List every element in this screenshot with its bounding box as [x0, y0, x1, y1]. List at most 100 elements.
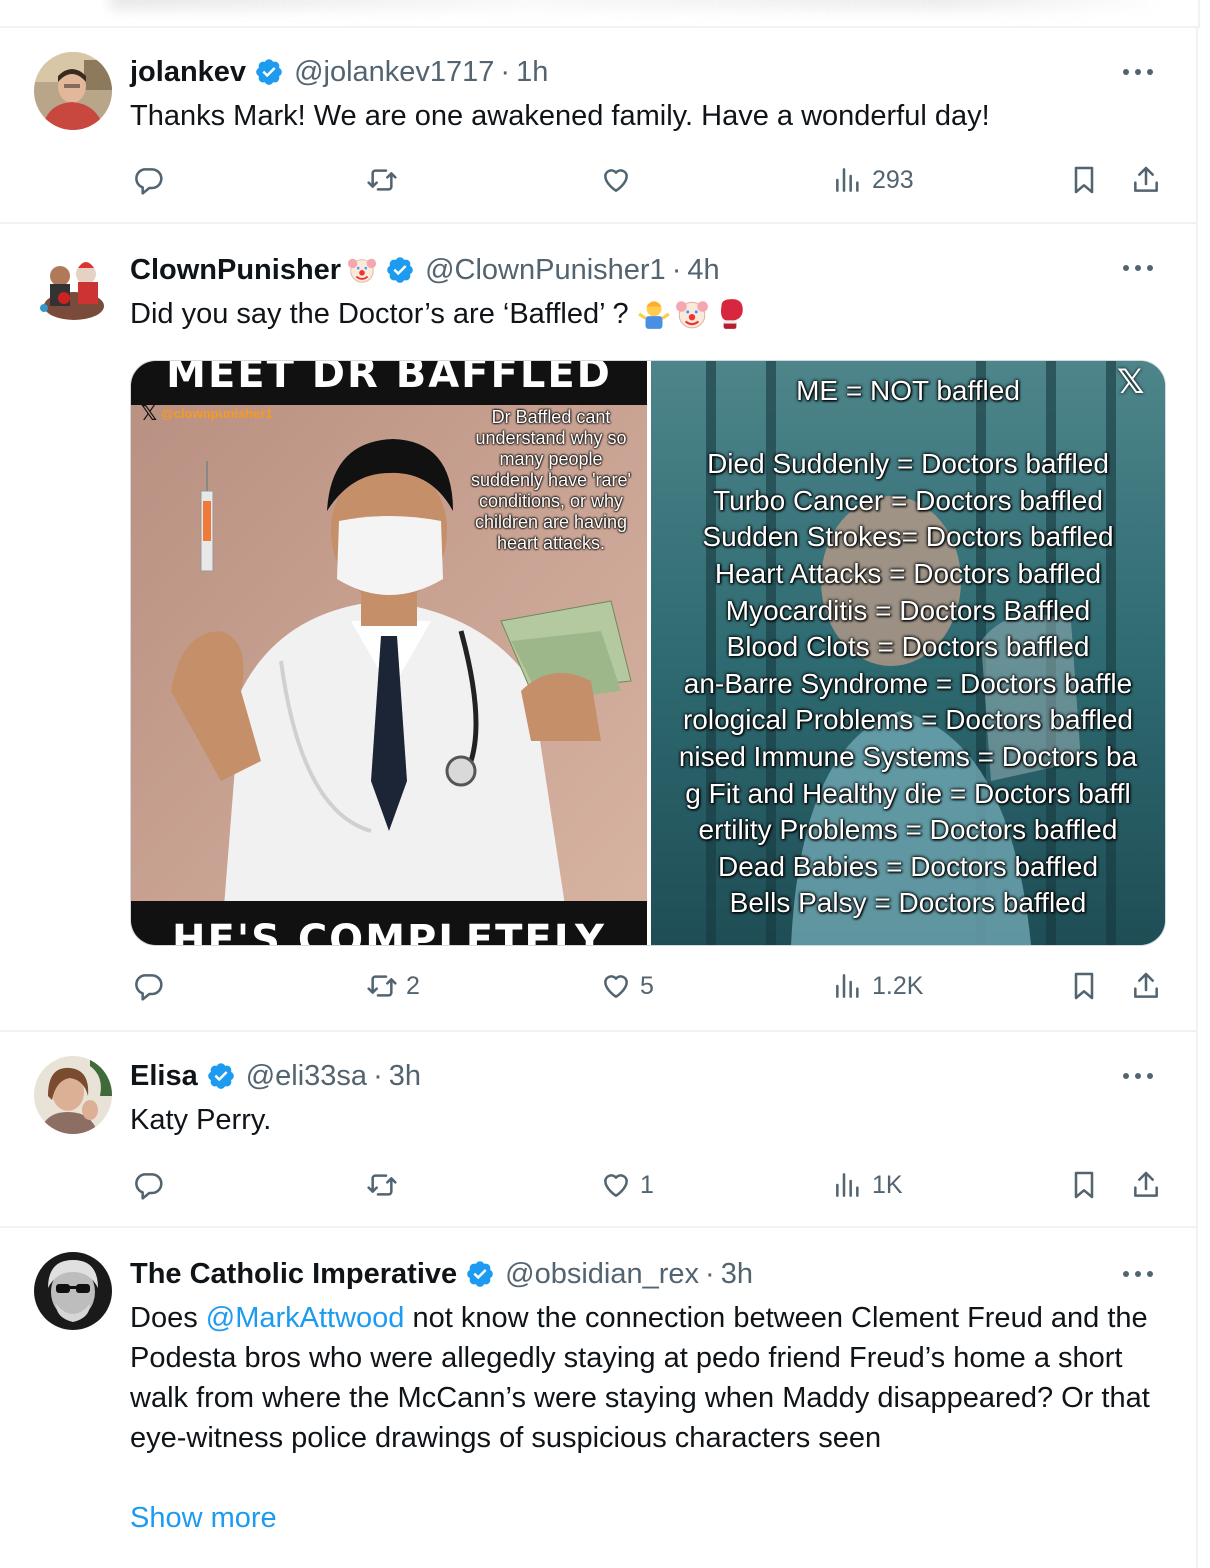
bookmark-icon [1074, 1171, 1094, 1199]
timestamp[interactable]: 4h [687, 250, 719, 290]
watermark: 𝕏 @clownpunisher1 [141, 403, 273, 425]
views-chart-icon [836, 1173, 859, 1197]
meme-caption: Dr Baffled cant understand why so many p… [471, 407, 631, 553]
view-count: 293 [872, 165, 914, 194]
bookmark-button[interactable] [1068, 158, 1100, 202]
user-handle[interactable]: @jolankev1717 [294, 52, 494, 92]
bookmark-button[interactable] [1068, 964, 1100, 1008]
share-button[interactable] [1130, 158, 1162, 202]
list-line [651, 410, 1165, 447]
timestamp[interactable]: 3h [721, 1254, 753, 1294]
separator-dot: · [500, 56, 511, 88]
action-bar: 293 [0, 158, 1196, 202]
display-name[interactable]: ClownPunisher [130, 250, 341, 290]
reply-icon [135, 1173, 163, 1200]
more-options-icon[interactable] [1118, 1259, 1158, 1289]
verified-badge-icon [207, 1063, 234, 1089]
list-line: Bells Palsy = Doctors baffled [729, 887, 1087, 919]
tweet-text-content: Did you say the Doctor’s are ‘Baffled’ ? [130, 298, 629, 330]
user-handle[interactable]: @eli33sa [246, 1056, 367, 1096]
tweet-jolankev[interactable]: jolankev @jolankev1717 · 1h Thanks Mark!… [0, 28, 1198, 224]
tweet-header: The Catholic Imperative @obsidian_rex · … [130, 1254, 753, 1294]
more-options-icon[interactable] [1118, 57, 1158, 87]
share-button[interactable] [1130, 1163, 1162, 1207]
heart-icon [604, 975, 628, 998]
view-count: 1K [872, 1170, 903, 1199]
list-line: ertility Problems = Doctors baffled [698, 814, 1118, 846]
tweet-media[interactable]: MEET DR BAFFLED 𝕏 @clownpunisher1 Dr Baff… [130, 360, 1166, 946]
user-handle[interactable]: @obsidian_rex [505, 1254, 699, 1294]
action-bar: 2 5 1.2K [0, 964, 1196, 1008]
repost-button[interactable] [366, 1163, 406, 1207]
meme-image-dr-baffled[interactable]: MEET DR BAFFLED 𝕏 @clownpunisher1 Dr Baff… [131, 361, 647, 945]
user-handle[interactable]: @ClownPunisher1 [425, 250, 666, 290]
show-more-link[interactable]: Show more [130, 1498, 277, 1538]
list-line: Turbo Cancer = Doctors baffled [713, 484, 1103, 516]
reply-icon [135, 168, 163, 195]
heart-icon [604, 1174, 628, 1197]
tweet-catholic-imperative[interactable]: The Catholic Imperative @obsidian_rex · … [0, 1228, 1198, 1568]
avatar[interactable] [34, 248, 112, 326]
heart-icon [604, 169, 628, 192]
avatar[interactable] [34, 1252, 112, 1330]
bookmark-button[interactable] [1068, 1163, 1100, 1207]
separator-dot: · [373, 1060, 383, 1092]
like-button[interactable] [600, 158, 640, 202]
reply-button[interactable] [132, 964, 172, 1008]
meme-image-doctors-baffled[interactable]: 𝕏 ME = NOT baffled Died Suddenly = Docto… [651, 361, 1165, 945]
verified-badge-icon [467, 1261, 493, 1287]
list-line: nised Immune Systems = Doctors ba [678, 740, 1138, 772]
reply-icon [135, 974, 163, 1001]
avatar[interactable] [34, 52, 112, 130]
bookmark-icon [1074, 166, 1094, 194]
tweet-text: Thanks Mark! We are one awakened family.… [130, 100, 990, 132]
meme-bottom-banner: HE'S COMPLETELY BAFFLED [131, 901, 647, 945]
like-button[interactable]: 5 [600, 964, 654, 1008]
verified-badge-icon [387, 257, 413, 283]
display-name[interactable]: The Catholic Imperative [130, 1254, 457, 1294]
views-button[interactable]: 1K [832, 1163, 903, 1207]
avatar[interactable] [34, 1056, 112, 1134]
share-button[interactable] [1130, 964, 1162, 1008]
more-options-icon[interactable] [1118, 1061, 1158, 1091]
share-icon [1134, 166, 1158, 192]
list-line: Blood Clots = Doctors baffled [726, 631, 1090, 663]
verified-badge-icon [256, 59, 282, 85]
view-count: 1.2K [872, 971, 924, 1000]
timestamp[interactable]: 1h [516, 52, 548, 92]
list-line: Sudden Strokes= Doctors baffled [702, 521, 1114, 553]
reply-button[interactable] [132, 1163, 172, 1207]
mention-link[interactable]: @MarkAttwood [206, 1302, 405, 1334]
repost-button[interactable]: 2 [366, 964, 420, 1008]
repost-icon [367, 975, 397, 997]
man-shrugging-icon [637, 301, 670, 329]
clown-face-icon [675, 301, 708, 329]
meme-top-banner: MEET DR BAFFLED [131, 361, 647, 405]
tweet-clownpunisher[interactable]: ClownPunisher @ClownPunisher1 · 4h Did y… [0, 224, 1198, 1032]
views-chart-icon [836, 168, 859, 192]
share-icon [1134, 972, 1158, 998]
previous-tweet-edge [0, 0, 1200, 28]
action-bar: 1 1K [0, 1163, 1196, 1207]
like-count: 1 [640, 1170, 654, 1199]
display-name[interactable]: jolankev [130, 52, 246, 92]
more-options-icon[interactable] [1118, 253, 1158, 283]
separator-dot: · [705, 1258, 715, 1290]
like-button[interactable]: 1 [600, 1163, 654, 1207]
list-line: g Fit and Healthy die = Doctors baffl [685, 777, 1131, 809]
list-line: an-Barre Syndrome = Doctors baffle [683, 667, 1133, 699]
repost-button[interactable] [366, 158, 406, 202]
tweet-elisa[interactable]: Elisa @eli33sa · 3h Katy Perry. 1 1K [0, 1032, 1198, 1228]
reply-button[interactable] [132, 158, 172, 202]
boxing-glove-icon [720, 299, 743, 329]
baffled-list: ME = NOT baffled Died Suddenly = Doctors… [651, 373, 1165, 922]
timestamp[interactable]: 3h [389, 1056, 421, 1096]
views-button[interactable]: 1.2K [832, 964, 923, 1008]
tweet-text-start: Does [130, 1302, 206, 1334]
share-icon [1134, 1171, 1158, 1197]
tweet-header: Elisa @eli33sa · 3h [130, 1056, 421, 1096]
tweet-text: Katy Perry. [130, 1104, 272, 1136]
views-button[interactable]: 293 [832, 158, 914, 202]
display-name[interactable]: Elisa [130, 1056, 198, 1096]
tweet-text: Does @MarkAttwood not know the connectio… [130, 1298, 1160, 1458]
